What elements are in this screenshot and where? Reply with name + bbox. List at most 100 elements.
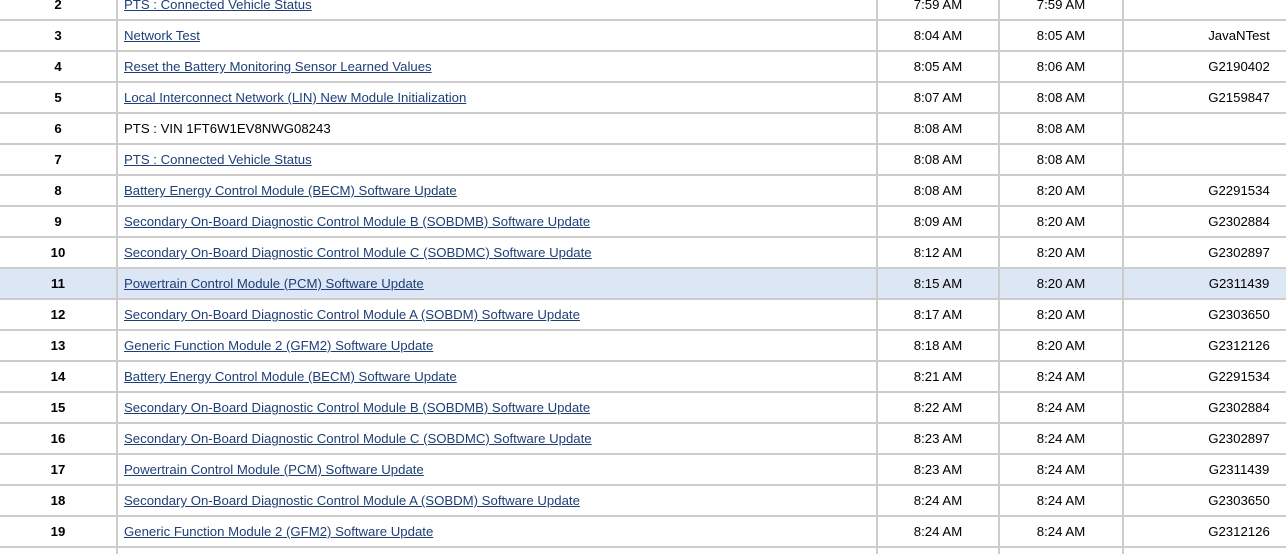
table-row[interactable]: 7 PTS : Connected Vehicle Status 8:08 AM 8:… — [0, 143, 1286, 175]
row-number-cell: 7 — [0, 143, 118, 175]
start-time-cell: 8:24 AM — [877, 484, 1000, 516]
row-number-cell: 19 — [0, 515, 118, 547]
description-link[interactable]: Generic Function Module 2 (GFM2) Softwar… — [124, 338, 433, 353]
description-link[interactable]: Generic Function Module 2 (GFM2) Softwar… — [124, 524, 433, 539]
description-cell: Powertrain Control Module (PCM) Software… — [117, 453, 878, 485]
end-time-cell: 8:24 AM — [999, 484, 1124, 516]
description-link[interactable]: PTS : Connected Vehicle Status — [124, 0, 312, 12]
end-time-cell: 8:20 AM — [999, 236, 1124, 268]
start-time-cell: 8:25 AM — [877, 546, 1000, 554]
row-number-cell: 17 — [0, 453, 118, 485]
table-row[interactable]: 4 Reset the Battery Monitoring Sensor Lea… — [0, 50, 1286, 82]
code-cell: G2190402 — [1123, 50, 1286, 82]
description-link[interactable]: PTS : Connected Vehicle Status — [124, 152, 312, 167]
description-link[interactable]: Network Test — [124, 28, 200, 43]
code-cell — [1123, 0, 1286, 20]
start-time-cell: 7:59 AM — [877, 0, 1000, 20]
start-time-cell: 8:23 AM — [877, 422, 1000, 454]
end-time-cell: 8:25 AM — [999, 546, 1124, 554]
end-time-cell: 8:20 AM — [999, 298, 1124, 330]
row-number-cell: 5 — [0, 81, 118, 113]
table-row[interactable]: 14 Battery Energy Control Module (BECM) S… — [0, 360, 1286, 392]
start-time-cell: 8:08 AM — [877, 174, 1000, 206]
description-link[interactable]: Secondary On-Board Diagnostic Control Mo… — [124, 307, 580, 322]
description-cell: Secondary On-Board Diagnostic Control Mo… — [117, 236, 878, 268]
description-link[interactable]: Local Interconnect Network (LIN) New Mod… — [124, 90, 466, 105]
row-number-cell: 10 — [0, 236, 118, 268]
end-time-cell: 8:24 AM — [999, 360, 1124, 392]
description-cell: Secondary On-Board Diagnostic Control Mo… — [117, 422, 878, 454]
description-cell: Battery Energy Control Module (BECM) Sof… — [117, 174, 878, 206]
description-link[interactable]: Secondary On-Board Diagnostic Control Mo… — [124, 214, 590, 229]
table-row[interactable]: 5 Local Interconnect Network (LIN) New Mo… — [0, 81, 1286, 113]
table-row[interactable]: 17 Powertrain Control Module (PCM) Softwa… — [0, 453, 1286, 485]
table-row[interactable]: 19 Generic Function Module 2 (GFM2) Softw… — [0, 515, 1286, 547]
row-number-cell: 2 — [0, 0, 118, 20]
code-cell: G2303650 — [1123, 298, 1286, 330]
table-row[interactable]: 2 PTS : Connected Vehicle Status 7:59 AM 7:… — [0, 0, 1286, 20]
code-cell: G2302897 — [1123, 236, 1286, 268]
description-link[interactable]: Secondary On-Board Diagnostic Control Mo… — [124, 493, 580, 508]
code-cell: G2291534 — [1123, 174, 1286, 206]
code-cell — [1123, 143, 1286, 175]
end-time-cell: 8:24 AM — [999, 515, 1124, 547]
description-link[interactable]: Powertrain Control Module (PCM) Software… — [124, 462, 424, 477]
start-time-cell: 8:18 AM — [877, 329, 1000, 361]
code-cell — [1123, 112, 1286, 144]
table-row[interactable]: 8 Battery Energy Control Module (BECM) So… — [0, 174, 1286, 206]
row-number-cell: 3 — [0, 19, 118, 51]
row-number-cell: 13 — [0, 329, 118, 361]
code-cell: G2311439 — [1123, 453, 1286, 485]
description-link[interactable]: Battery Energy Control Module (BECM) Sof… — [124, 183, 457, 198]
start-time-cell: 8:09 AM — [877, 205, 1000, 237]
description-link[interactable]: Battery Energy Control Module (BECM) Sof… — [124, 369, 457, 384]
code-cell: JavaNTest — [1123, 19, 1286, 51]
end-time-cell: 8:08 AM — [999, 81, 1124, 113]
description-cell: Generic Function Module 2 (GFM2) Softwar… — [117, 515, 878, 547]
description-cell: Powertrain Control Module (PCM) Software… — [117, 267, 878, 299]
end-time-cell: 8:20 AM — [999, 205, 1124, 237]
table-row[interactable]: 15 Secondary On-Board Diagnostic Control … — [0, 391, 1286, 423]
description-link[interactable]: Powertrain Control Module (PCM) Software… — [124, 276, 424, 291]
description-cell: PTS : VIN 1FT6W1EV8NWG08243 — [117, 112, 878, 144]
start-time-cell: 8:15 AM — [877, 267, 1000, 299]
table-row[interactable]: 9 Secondary On-Board Diagnostic Control M… — [0, 205, 1286, 237]
table-row[interactable]: 13 Generic Function Module 2 (GFM2) Softw… — [0, 329, 1286, 361]
table-row[interactable]: 10 Secondary On-Board Diagnostic Control … — [0, 236, 1286, 268]
end-time-cell: 8:20 AM — [999, 329, 1124, 361]
description-cell: Secondary On-Board Diagnostic Control Mo… — [117, 391, 878, 423]
table-row[interactable]: 20Network Test8:25 AM8:25 AMJavaNTest — [0, 546, 1286, 554]
table-row[interactable]: 18 Secondary On-Board Diagnostic Control … — [0, 484, 1286, 516]
table-row[interactable]: 11 Powertrain Control Module (PCM) Softwa… — [0, 267, 1286, 299]
start-time-cell: 8:12 AM — [877, 236, 1000, 268]
description-cell: Secondary On-Board Diagnostic Control Mo… — [117, 205, 878, 237]
table-row[interactable]: 3 Network Test 8:04 AM 8:05 AM JavaNTest — [0, 19, 1286, 51]
code-cell: G2311439 — [1123, 267, 1286, 299]
code-cell: G2302884 — [1123, 391, 1286, 423]
description-cell: Network Test — [117, 546, 878, 554]
description-link[interactable]: Secondary On-Board Diagnostic Control Mo… — [124, 245, 592, 260]
description-cell: Battery Energy Control Module (BECM) Sof… — [117, 360, 878, 392]
description-cell: Generic Function Module 2 (GFM2) Softwar… — [117, 329, 878, 361]
row-number-cell: 9 — [0, 205, 118, 237]
row-number-cell: 16 — [0, 422, 118, 454]
row-number-cell: 11 — [0, 267, 118, 299]
description-link[interactable]: Secondary On-Board Diagnostic Control Mo… — [124, 431, 592, 446]
start-time-cell: 8:21 AM — [877, 360, 1000, 392]
activity-log-scroll-container: 2 PTS : Connected Vehicle Status 7:59 AM 7:… — [0, 0, 1286, 554]
description-cell: Network Test — [117, 19, 878, 51]
start-time-cell: 8:23 AM — [877, 453, 1000, 485]
table-row[interactable]: 6 PTS : VIN 1FT6W1EV8NWG08243 8:08 AM 8:08 … — [0, 112, 1286, 144]
activity-log-viewport[interactable]: 2 PTS : Connected Vehicle Status 7:59 AM 7:… — [0, 0, 1286, 554]
table-row[interactable]: 12 Secondary On-Board Diagnostic Control … — [0, 298, 1286, 330]
table-row[interactable]: 16 Secondary On-Board Diagnostic Control … — [0, 422, 1286, 454]
activity-log-table: 2 PTS : Connected Vehicle Status 7:59 AM 7:… — [0, 0, 1286, 554]
code-cell: G2303650 — [1123, 484, 1286, 516]
row-number-cell: 4 — [0, 50, 118, 82]
description-cell: Local Interconnect Network (LIN) New Mod… — [117, 81, 878, 113]
description-link[interactable]: Secondary On-Board Diagnostic Control Mo… — [124, 400, 590, 415]
description-link[interactable]: Reset the Battery Monitoring Sensor Lear… — [124, 59, 432, 74]
end-time-cell: 7:59 AM — [999, 0, 1124, 20]
row-number-cell: 8 — [0, 174, 118, 206]
start-time-cell: 8:24 AM — [877, 515, 1000, 547]
